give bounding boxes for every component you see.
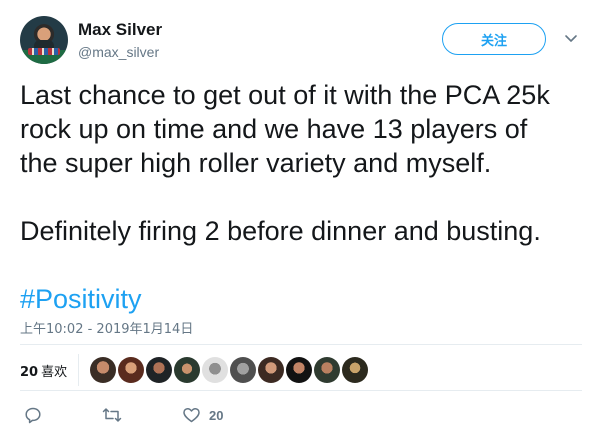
author-name[interactable]: Max Silver bbox=[78, 20, 162, 40]
chevron-down-icon[interactable] bbox=[564, 34, 578, 44]
liker-avatar[interactable] bbox=[258, 357, 284, 383]
liker-avatar[interactable] bbox=[146, 357, 172, 383]
engagement-stats: 20 喜欢 bbox=[20, 352, 582, 388]
liker-avatar[interactable] bbox=[314, 357, 340, 383]
divider bbox=[78, 354, 79, 386]
liker-avatar[interactable] bbox=[342, 357, 368, 383]
reply-icon bbox=[25, 407, 41, 424]
tweet-text: Last chance to get out of it with the PC… bbox=[20, 78, 580, 316]
liker-avatar[interactable] bbox=[90, 357, 116, 383]
tweet-line: the super high roller variety and myself… bbox=[20, 148, 492, 178]
retweet-icon bbox=[102, 408, 122, 422]
hashtag-link[interactable]: #Positivity bbox=[20, 282, 580, 316]
tweet-line: rock up on time and we have 13 players o… bbox=[20, 114, 528, 144]
author-avatar[interactable] bbox=[20, 16, 68, 64]
follow-button[interactable]: 关注 bbox=[442, 23, 546, 55]
liker-avatar[interactable] bbox=[174, 357, 200, 383]
liker-avatar[interactable] bbox=[202, 357, 228, 383]
likes-count: 20 bbox=[20, 365, 39, 380]
likes-label: 喜欢 bbox=[41, 365, 68, 380]
liker-avatar[interactable] bbox=[118, 357, 144, 383]
tweet-header: Max Silver @max_silver 关注 bbox=[20, 14, 582, 66]
reply-button[interactable] bbox=[24, 404, 50, 426]
divider bbox=[20, 390, 582, 391]
like-button[interactable]: 20 bbox=[182, 404, 223, 426]
liker-avatar[interactable] bbox=[230, 357, 256, 383]
retweet-button[interactable] bbox=[102, 404, 130, 426]
tweet-line: Definitely firing 2 before dinner and bu… bbox=[20, 216, 541, 246]
divider bbox=[20, 344, 582, 345]
likes-stat[interactable]: 20 喜欢 bbox=[20, 361, 67, 380]
tweet-line: Last chance to get out of it with the PC… bbox=[20, 80, 550, 110]
tweet-timestamp[interactable]: 上午10:02 - 2019年1月14日 bbox=[20, 318, 193, 337]
liker-avatar[interactable] bbox=[286, 357, 312, 383]
like-count: 20 bbox=[209, 407, 224, 423]
author-handle[interactable]: @max_silver bbox=[78, 44, 159, 60]
heart-icon bbox=[183, 407, 200, 423]
tweet-actions: 20 bbox=[20, 404, 320, 428]
